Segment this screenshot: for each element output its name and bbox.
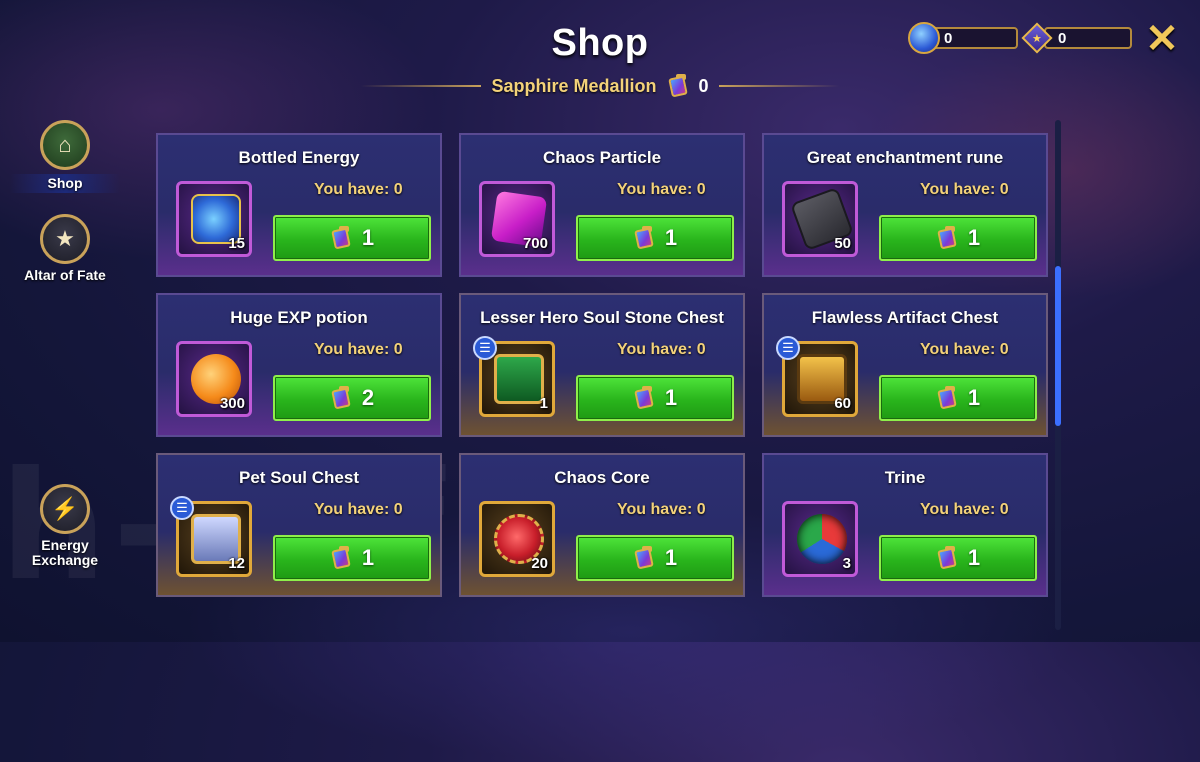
price: 1 — [664, 385, 678, 410]
shop-card-flawless-artifact-chest[interactable]: Flawless Artifact Chest ☰ 60 You have: 0… — [762, 293, 1048, 437]
buy-button[interactable]: 1 — [576, 535, 734, 581]
shop-icon: ⌂ — [40, 120, 90, 170]
sapphire-medallion-icon — [633, 546, 655, 570]
price: 1 — [361, 545, 375, 570]
price: 1 — [967, 545, 981, 570]
sidebar-item-energy-exchange[interactable]: ⚡ Energy Exchange — [10, 484, 120, 568]
owned-count: You have: 0 — [314, 501, 403, 518]
price: 1 — [664, 225, 678, 250]
owned-count: You have: 0 — [920, 181, 1009, 198]
currency-emblems[interactable]: ★ 0 — [1020, 22, 1132, 54]
price: 1 — [361, 225, 375, 250]
price: 2 — [361, 385, 375, 410]
buy-button[interactable]: 1 — [576, 375, 734, 421]
list-info-icon[interactable]: ☰ — [776, 336, 800, 360]
scrollbar-thumb[interactable] — [1055, 266, 1061, 426]
item-quantity: 700 — [522, 235, 548, 252]
shop-card-chaos-particle[interactable]: Chaos Particle 700 You have: 0 1 — [459, 133, 745, 277]
sidebar-item-label: Altar of Fate — [24, 267, 106, 283]
medallion-balance: Sapphire Medallion 0 — [0, 74, 1200, 98]
item-name: Pet Soul Chest — [239, 468, 359, 487]
item-quantity: 15 — [228, 235, 245, 252]
divider-left — [361, 85, 482, 87]
scrollbar[interactable] — [1055, 120, 1061, 630]
sapphire-medallion-icon — [330, 226, 352, 250]
sapphire-medallion-icon — [633, 386, 655, 410]
trine-orb-icon[interactable]: 3 — [782, 501, 858, 577]
item-name: Great enchantment rune — [806, 148, 1004, 167]
sapphire-medallion-icon — [667, 74, 689, 98]
item-quantity: 3 — [842, 555, 851, 572]
item-name: Flawless Artifact Chest — [811, 308, 999, 327]
owned-count: You have: 0 — [617, 501, 706, 518]
currency-gems[interactable]: 0 — [908, 22, 1018, 54]
currency-value: 0 — [930, 27, 1018, 49]
divider-right — [718, 85, 839, 87]
close-icon[interactable]: ✕ — [1145, 19, 1179, 59]
star-icon: ★ — [40, 214, 90, 264]
sapphire-medallion-icon — [330, 546, 352, 570]
emblem-icon: ★ — [1020, 21, 1054, 55]
shop-card-great-enchantment-rune[interactable]: Great enchantment rune 50 You have: 0 1 — [762, 133, 1048, 277]
chaos-core-icon[interactable]: 20 — [479, 501, 555, 577]
sapphire-medallion-icon — [936, 386, 958, 410]
sidebar-item-altar-of-fate[interactable]: ★ Altar of Fate — [10, 214, 120, 283]
buy-button[interactable]: 1 — [273, 535, 431, 581]
price: 1 — [967, 385, 981, 410]
owned-count: You have: 0 — [314, 181, 403, 198]
shop-card-chaos-core[interactable]: Chaos Core 20 You have: 0 1 — [459, 453, 745, 597]
list-info-icon[interactable]: ☰ — [473, 336, 497, 360]
gem-icon — [908, 22, 940, 54]
sapphire-medallion-icon — [330, 386, 352, 410]
owned-count: You have: 0 — [617, 341, 706, 358]
sidebar-item-label: Shop — [10, 174, 120, 193]
item-name: Chaos Particle — [542, 148, 662, 167]
item-name: Chaos Core — [554, 468, 650, 487]
item-name: Lesser Hero Soul Stone Chest — [480, 308, 724, 327]
item-quantity: 20 — [531, 555, 548, 572]
medallion-count: 0 — [698, 75, 709, 96]
list-info-icon[interactable]: ☰ — [170, 496, 194, 520]
item-quantity: 300 — [219, 395, 245, 412]
buy-button[interactable]: 1 — [273, 215, 431, 261]
sidebar-item-shop[interactable]: ⌂ Shop — [10, 120, 120, 193]
item-name: Huge EXP potion — [230, 308, 368, 327]
item-quantity: 12 — [228, 555, 245, 572]
buy-button[interactable]: 1 — [879, 535, 1037, 581]
item-name: Trine — [884, 468, 926, 487]
currency-value: 0 — [1044, 27, 1132, 49]
shop-card-trine[interactable]: Trine 3 You have: 0 1 — [762, 453, 1048, 597]
item-name: Bottled Energy — [238, 148, 360, 167]
shop-card-pet-soul-chest[interactable]: Pet Soul Chest ☰ 12 You have: 0 1 — [156, 453, 442, 597]
owned-count: You have: 0 — [314, 341, 403, 358]
shop-card-lesser-hero-soul-stone-chest[interactable]: Lesser Hero Soul Stone Chest ☰ 1 You hav… — [459, 293, 745, 437]
price: 1 — [967, 225, 981, 250]
item-quantity: 50 — [834, 235, 851, 252]
price: 1 — [664, 545, 678, 570]
sapphire-medallion-icon — [936, 226, 958, 250]
medallion-label: Sapphire Medallion — [491, 75, 657, 96]
sidebar-item-label: Energy Exchange — [31, 537, 99, 568]
chaos-particle-icon[interactable]: 700 — [479, 181, 555, 257]
bottled-energy-icon[interactable]: 15 — [176, 181, 252, 257]
item-quantity: 1 — [539, 395, 548, 412]
sapphire-medallion-icon — [633, 226, 655, 250]
owned-count: You have: 0 — [920, 501, 1009, 518]
energy-swap-icon: ⚡ — [40, 484, 90, 534]
shop-card-huge-exp-potion[interactable]: Huge EXP potion 300 You have: 0 2 — [156, 293, 442, 437]
buy-button[interactable]: 1 — [879, 215, 1037, 261]
sapphire-medallion-icon — [936, 546, 958, 570]
shop-card-bottled-energy[interactable]: Bottled Energy 15 You have: 0 1 — [156, 133, 442, 277]
enchantment-rune-icon[interactable]: 50 — [782, 181, 858, 257]
owned-count: You have: 0 — [920, 341, 1009, 358]
item-quantity: 60 — [834, 395, 851, 412]
owned-count: You have: 0 — [617, 181, 706, 198]
buy-button[interactable]: 2 — [273, 375, 431, 421]
exp-potion-icon[interactable]: 300 — [176, 341, 252, 417]
buy-button[interactable]: 1 — [879, 375, 1037, 421]
buy-button[interactable]: 1 — [576, 215, 734, 261]
